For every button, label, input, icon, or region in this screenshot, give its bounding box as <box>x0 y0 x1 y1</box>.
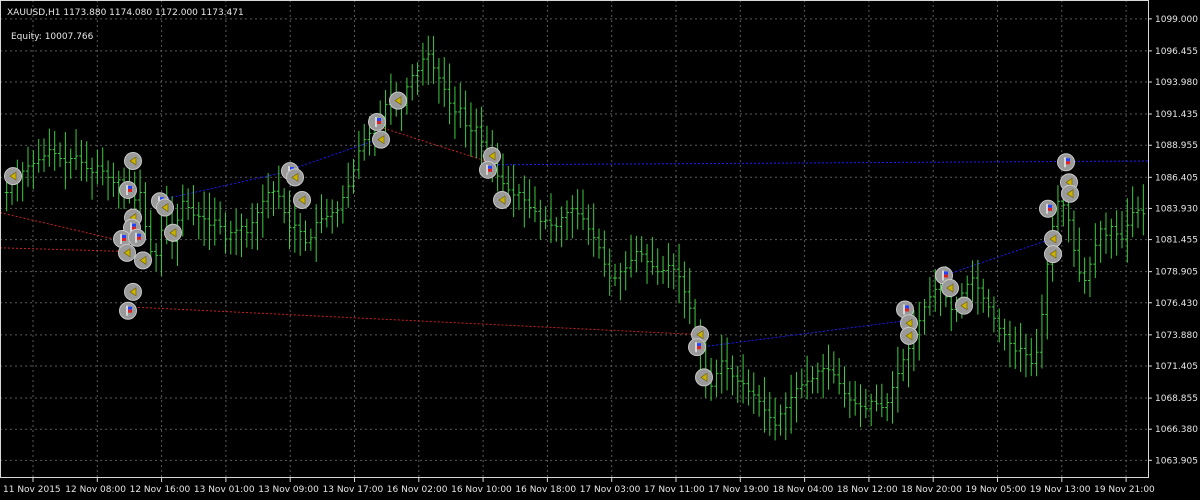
marker-flag-red <box>137 236 141 240</box>
trade-close-marker <box>164 223 182 242</box>
marker-flag-red <box>1048 207 1052 211</box>
marker-flag-blue <box>488 165 492 169</box>
x-tick-label: 16 Nov 10:00 <box>451 485 512 495</box>
symbol-header: XAUUSD,H1 1173.880 1174.080 1172.000 117… <box>7 8 244 18</box>
trade-close-marker <box>1044 230 1062 248</box>
y-tick-label: 1076.430 <box>1155 299 1198 309</box>
x-tick-label: 17 Nov 03:00 <box>580 485 641 495</box>
marker-flag-blue <box>905 305 909 309</box>
trade-close-marker <box>900 326 918 345</box>
marker-flag-red <box>128 309 132 313</box>
price-chart[interactable]: 1099.000 1096.455 1093.980 1091.435 1088.955… <box>0 0 1200 500</box>
x-tick-label: 17 Nov 19:00 <box>708 485 769 495</box>
y-tick-label: 1081.455 <box>1155 236 1198 246</box>
y-tick-label: 1086.405 <box>1155 173 1198 183</box>
y-tick-label: 1066.380 <box>1155 425 1198 435</box>
marker-flag-blue <box>1048 204 1052 208</box>
x-tick-label: 17 Nov 11:00 <box>644 485 705 495</box>
marker-flag-blue <box>944 271 948 275</box>
marker-flag-blue <box>128 306 132 310</box>
trade-close-marker <box>1061 184 1079 203</box>
y-tick-label: 1093.980 <box>1155 78 1198 88</box>
trade-close-marker <box>134 251 152 270</box>
y-tick-label: 1091.435 <box>1155 110 1198 120</box>
x-tick-label: 13 Nov 09:00 <box>258 485 319 495</box>
trade-close-marker <box>286 168 304 187</box>
marker-flag-blue <box>122 235 126 238</box>
x-tick-label: 13 Nov 17:00 <box>323 485 384 495</box>
marker-flag-red <box>128 188 132 192</box>
y-tick-label: 1096.455 <box>1155 47 1198 57</box>
y-tick-label: 1071.405 <box>1155 362 1198 372</box>
trade-open-marker <box>119 301 137 320</box>
equity-label: Equity: 10007.766 <box>11 32 94 42</box>
marker-flag-red <box>905 308 909 312</box>
x-tick-label: 16 Nov 02:00 <box>387 485 448 495</box>
chart-window[interactable]: 1099.000 1096.455 1093.980 1091.435 1088.955… <box>0 0 1200 500</box>
trade-close-marker <box>493 191 511 210</box>
trade-close-marker <box>124 282 142 301</box>
x-tick-label: 18 Nov 04:00 <box>773 485 834 495</box>
marker-flag-red <box>697 346 701 350</box>
y-tick-label: 1088.955 <box>1155 141 1198 151</box>
x-tick-label: 13 Nov 01:00 <box>194 485 255 495</box>
marker-flag-blue <box>137 233 141 237</box>
x-tick-label: 11 Nov 2015 <box>3 485 61 495</box>
y-tick-label: 1073.880 <box>1155 331 1198 341</box>
marker-flag-blue <box>128 185 132 189</box>
trade-open-marker <box>368 113 386 132</box>
marker-flag-red <box>944 274 948 278</box>
trade-open-marker <box>119 180 137 199</box>
x-tick-label: 16 Nov 18:00 <box>515 485 576 495</box>
marker-flag-blue <box>132 223 136 227</box>
trade-close-marker <box>124 152 142 171</box>
x-tick-label: 12 Nov 16:00 <box>130 485 191 495</box>
trade-close-marker <box>1044 245 1062 264</box>
trade-open-marker <box>1039 199 1057 218</box>
trade-close-marker <box>955 296 973 315</box>
trade-close-marker <box>389 91 407 110</box>
trade-close-marker <box>695 368 713 387</box>
marker-flag-blue <box>377 118 381 122</box>
marker-flag-blue <box>697 343 701 347</box>
x-tick-label: 19 Nov 05:00 <box>966 485 1027 495</box>
y-tick-label: 1099.000 <box>1155 15 1198 25</box>
y-tick-label: 1078.905 <box>1155 268 1198 278</box>
trade-close-marker <box>941 279 959 298</box>
x-tick-label: 18 Nov 12:00 <box>837 485 898 495</box>
trade-open-marker <box>128 228 146 247</box>
trade-close-marker <box>293 191 311 210</box>
x-tick-label: 12 Nov 08:00 <box>65 485 126 495</box>
trade-close-marker <box>156 198 174 217</box>
marker-flag-red <box>488 168 492 172</box>
trade-open-marker <box>688 338 706 357</box>
marker-flag-blue <box>1066 158 1070 162</box>
y-tick-label: 1083.930 <box>1155 204 1198 214</box>
trade-close-marker <box>372 130 390 149</box>
y-tick-label: 1063.905 <box>1155 456 1198 466</box>
trade-close-marker <box>4 167 22 186</box>
x-tick-label: 18 Nov 20:00 <box>901 485 962 495</box>
trade-open-marker <box>479 160 497 179</box>
marker-flag-red <box>1066 161 1070 165</box>
price-axis: 1099.000 1096.455 1093.980 1091.435 1088.955… <box>1148 15 1198 466</box>
y-tick-label: 1068.855 <box>1155 394 1198 404</box>
x-tick-label: 19 Nov 13:00 <box>1030 485 1091 495</box>
marker-flag-red <box>122 238 126 241</box>
marker-flag-red <box>377 121 381 125</box>
x-tick-label: 19 Nov 21:00 <box>1094 485 1155 495</box>
trade-close-marker <box>118 243 136 262</box>
trade-open-marker <box>1057 153 1075 172</box>
